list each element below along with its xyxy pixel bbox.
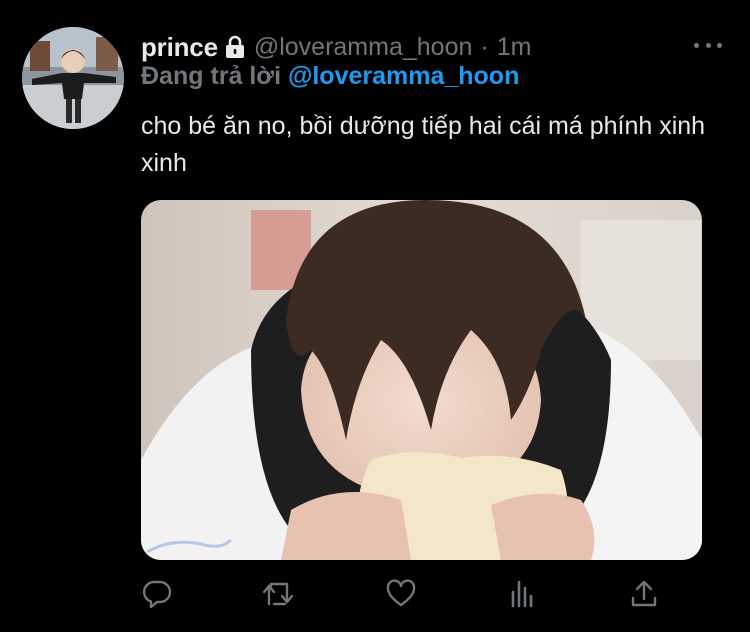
reply-icon[interactable] <box>140 577 174 611</box>
tweet-media-photo[interactable] <box>141 200 702 560</box>
tweet: prince @loveramma_hoon · 1m Đang trả lời… <box>0 0 750 632</box>
separator-dot: · <box>480 32 489 61</box>
like-icon[interactable] <box>384 577 418 611</box>
photo-image <box>141 200 702 560</box>
retweet-icon[interactable] <box>261 577 295 611</box>
analytics-icon[interactable] <box>506 577 540 611</box>
avatar-image <box>22 27 124 129</box>
avatar[interactable] <box>22 27 124 129</box>
tweet-header: prince @loveramma_hoon · 1m <box>141 30 531 64</box>
share-icon[interactable] <box>627 577 661 611</box>
replying-to-label: Đang trả lời <box>141 62 282 90</box>
display-name[interactable]: prince <box>141 32 218 63</box>
tweet-actions-bar <box>140 577 670 611</box>
timestamp[interactable]: 1m <box>497 33 532 62</box>
reply-context: Đang trả lời @loveramma_hoon <box>141 62 519 91</box>
tweet-text: cho bé ăn no, bồi dưỡng tiếp hai cái má … <box>141 112 706 177</box>
more-options-icon[interactable] <box>694 36 722 54</box>
lock-icon <box>224 35 246 59</box>
user-handle[interactable]: @loveramma_hoon <box>254 33 473 62</box>
reply-mention-link[interactable]: @loveramma_hoon <box>288 62 519 90</box>
